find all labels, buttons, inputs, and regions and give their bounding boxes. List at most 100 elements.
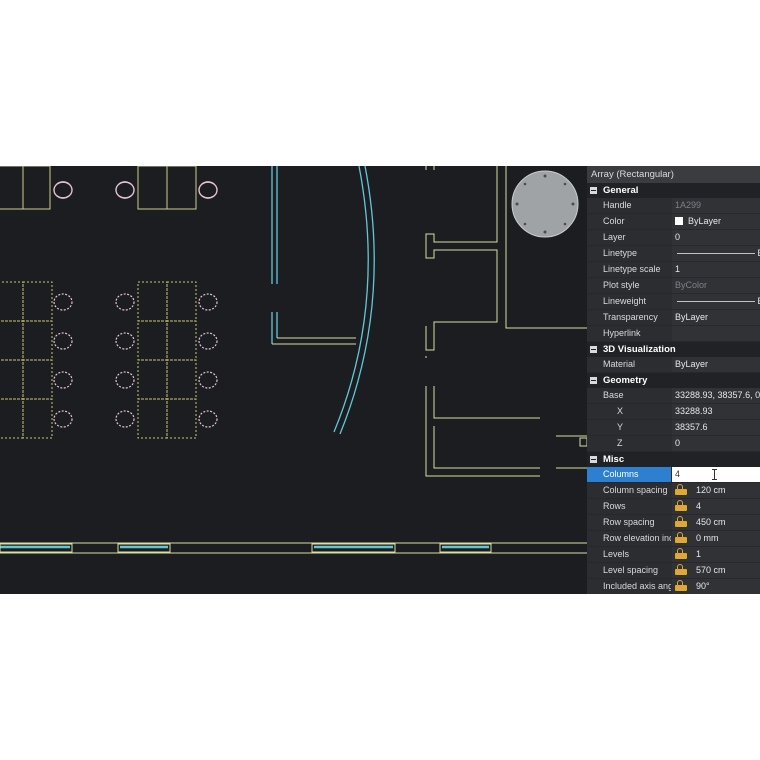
prop-value-box[interactable]: 1 [672, 547, 760, 562]
prop-label: Z [587, 436, 671, 451]
round-column [511, 170, 579, 238]
desk-cell [0, 398, 24, 439]
prop-value-box[interactable]: 120 cm [672, 483, 760, 498]
prop-value: 1 [696, 549, 702, 559]
prop-base[interactable]: Base 33288.93, 38357.6, 0 [587, 388, 760, 404]
desk-array-left[interactable] [0, 281, 53, 439]
section-3d-visualization[interactable]: 3D Visualization [587, 342, 760, 357]
desk-array-middle[interactable] [137, 281, 197, 439]
prop-base-z[interactable]: Z0 [587, 436, 760, 452]
prop-value: 4 [696, 501, 702, 511]
prop-value[interactable]: 1 [672, 262, 760, 277]
desk-cell [22, 320, 53, 361]
columns-input[interactable]: 4 [672, 467, 760, 482]
chair [115, 371, 135, 389]
desk-cell [166, 398, 197, 439]
chair [198, 371, 218, 389]
section-geometry[interactable]: Geometry [587, 373, 760, 388]
chair [115, 410, 135, 428]
prop-value: ByColor [672, 278, 760, 293]
prop-value-box[interactable]: 450 cm [672, 515, 760, 530]
prop-label: X [587, 404, 671, 419]
prop-value: 1A299 [672, 198, 760, 213]
desk-cell [166, 359, 197, 400]
prop-value: 120 cm [696, 485, 726, 495]
prop-value[interactable]: 0 [672, 436, 760, 451]
prop-value[interactable]: 0 [672, 230, 760, 245]
prop-level-spacing[interactable]: Level spacing 570 cm [587, 563, 760, 579]
prop-rows[interactable]: Rows 4 [587, 499, 760, 515]
unlock-icon[interactable] [675, 500, 687, 511]
chair [53, 410, 73, 428]
top-desk-group [0, 166, 197, 210]
prop-value-box[interactable]: 90° [672, 579, 760, 594]
prop-base-y[interactable]: Y 38357.6 [587, 420, 760, 436]
unlock-icon[interactable] [675, 564, 687, 575]
prop-label: Levels [587, 547, 671, 562]
prop-value-box[interactable]: 0 mm [672, 531, 760, 546]
prop-label: Color [587, 214, 671, 229]
prop-transparency[interactable]: Transparency ByLayer [587, 310, 760, 326]
prop-label: Plot style [587, 278, 671, 293]
prop-levels[interactable]: Levels 1 [587, 547, 760, 563]
prop-base-x[interactable]: X 33288.93 [587, 404, 760, 420]
section-misc[interactable]: Misc [587, 452, 760, 467]
unlock-icon[interactable] [675, 532, 687, 543]
prop-linetype[interactable]: Linetype B [587, 246, 760, 262]
prop-material[interactable]: Material ByLayer [587, 357, 760, 373]
collapse-icon[interactable] [590, 187, 597, 194]
chair [53, 332, 73, 350]
desk-cell [166, 281, 197, 322]
prop-value: 90° [696, 581, 710, 591]
selection-type-dropdown[interactable]: Array (Rectangular) [587, 166, 760, 183]
prop-label: Linetype [587, 246, 671, 261]
prop-label: Row spacing [587, 515, 671, 530]
prop-value-box[interactable]: B [672, 246, 760, 261]
prop-value[interactable]: ByLayer [672, 310, 760, 325]
prop-value-box[interactable]: 570 cm [672, 563, 760, 578]
unlock-icon[interactable] [675, 516, 687, 527]
unlock-icon[interactable] [675, 484, 687, 495]
prop-column-spacing[interactable]: Column spacing 120 cm [587, 483, 760, 499]
chair [115, 332, 135, 350]
section-viz-label: 3D Visualization [603, 344, 676, 355]
prop-linetype-scale[interactable]: Linetype scale 1 [587, 262, 760, 278]
prop-value[interactable] [672, 326, 760, 341]
desk-cell [166, 320, 197, 361]
prop-row-spacing[interactable]: Row spacing 450 cm [587, 515, 760, 531]
prop-label: Row elevation increment [587, 531, 671, 546]
prop-value[interactable]: 33288.93 [672, 404, 760, 419]
prop-color[interactable]: Color ByLayer [587, 214, 760, 230]
lineweight-preview-icon [677, 301, 755, 303]
prop-value-box[interactable]: B [672, 294, 760, 309]
prop-columns[interactable]: Columns 4 [587, 467, 760, 483]
chair [198, 293, 218, 311]
prop-label: Level spacing [587, 563, 671, 578]
prop-value-box[interactable]: ByLayer [672, 214, 760, 229]
prop-label: Base [587, 388, 671, 403]
section-general[interactable]: General [587, 183, 760, 198]
collapse-icon[interactable] [590, 346, 597, 353]
prop-label: Y [587, 420, 671, 435]
collapse-icon[interactable] [590, 377, 597, 384]
prop-value[interactable]: 33288.93, 38357.6, 0 [672, 388, 760, 403]
prop-value-box[interactable]: 4 [672, 499, 760, 514]
unlock-icon[interactable] [675, 580, 687, 591]
floor-plan-drawing[interactable] [0, 166, 587, 594]
desk-cell [0, 320, 24, 361]
prop-label: Hyperlink [587, 326, 671, 341]
prop-value[interactable]: 38357.6 [672, 420, 760, 435]
prop-lineweight[interactable]: Lineweight B [587, 294, 760, 310]
unlock-icon[interactable] [675, 548, 687, 559]
drawing-canvas[interactable] [0, 166, 587, 594]
desk-cell [22, 281, 53, 322]
prop-hyperlink[interactable]: Hyperlink [587, 326, 760, 342]
desk-cell [22, 359, 53, 400]
desk-cell [0, 359, 24, 400]
prop-row-elevation-increment[interactable]: Row elevation increment 0 mm [587, 531, 760, 547]
prop-included-axis-angle[interactable]: Included axis angle 90° [587, 579, 760, 594]
collapse-icon[interactable] [590, 456, 597, 463]
prop-layer[interactable]: Layer 0 [587, 230, 760, 246]
prop-value[interactable]: ByLayer [672, 357, 760, 372]
prop-handle: Handle 1A299 [587, 198, 760, 214]
